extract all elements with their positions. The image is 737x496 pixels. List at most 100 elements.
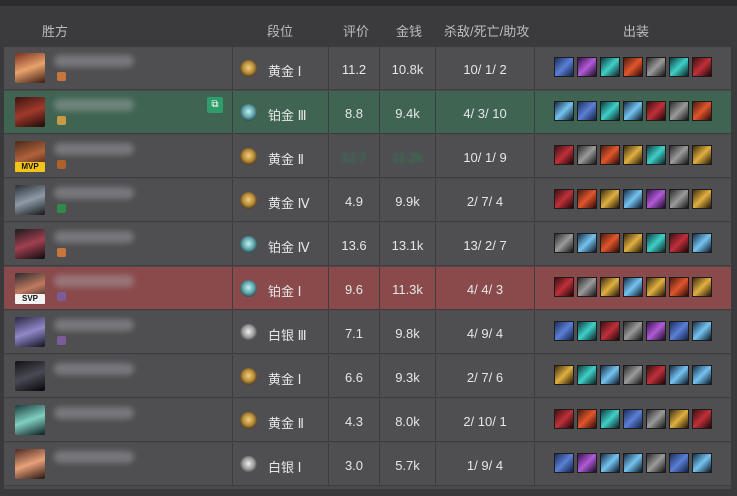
item-icon[interactable] bbox=[669, 365, 689, 385]
kda-value: 10/ 1/ 9 bbox=[463, 150, 507, 165]
item-icon[interactable] bbox=[692, 365, 712, 385]
item-icon[interactable] bbox=[623, 365, 643, 385]
item-icon[interactable] bbox=[669, 101, 689, 121]
player-row[interactable]: 白银 Ⅲ 7.1 9.8k 4/ 9/ 4 bbox=[4, 311, 731, 354]
item-icon[interactable] bbox=[646, 277, 666, 297]
item-icon[interactable] bbox=[554, 409, 574, 429]
champion-avatar[interactable] bbox=[15, 317, 45, 347]
item-icon[interactable] bbox=[577, 321, 597, 341]
item-icon[interactable] bbox=[646, 233, 666, 253]
champion-avatar[interactable] bbox=[15, 229, 45, 259]
item-icon[interactable] bbox=[692, 277, 712, 297]
item-icon[interactable] bbox=[554, 365, 574, 385]
item-icon[interactable] bbox=[646, 409, 666, 429]
item-icon[interactable] bbox=[623, 321, 643, 341]
item-icon[interactable] bbox=[600, 321, 620, 341]
item-icon[interactable] bbox=[577, 189, 597, 209]
item-icon[interactable] bbox=[623, 189, 643, 209]
champion-avatar[interactable] bbox=[15, 185, 45, 215]
player-row[interactable]: 黄金 Ⅰ 11.2 10.8k 10/ 1/ 2 bbox=[4, 47, 731, 90]
item-icon[interactable] bbox=[646, 57, 666, 77]
item-icon[interactable] bbox=[577, 277, 597, 297]
item-icon[interactable] bbox=[623, 101, 643, 121]
item-icon[interactable] bbox=[669, 321, 689, 341]
item-icon[interactable] bbox=[669, 409, 689, 429]
champion-avatar[interactable] bbox=[15, 97, 45, 127]
item-icon[interactable] bbox=[600, 57, 620, 77]
score-value: 4.9 bbox=[344, 194, 364, 209]
item-icon[interactable] bbox=[692, 101, 712, 121]
rank-cell: 黄金 Ⅳ bbox=[233, 179, 329, 221]
item-icon[interactable] bbox=[577, 145, 597, 165]
player-row[interactable]: 铂金 Ⅳ 13.6 13.1k 13/ 2/ 7 bbox=[4, 223, 731, 266]
item-icon[interactable] bbox=[554, 453, 574, 473]
item-icon[interactable] bbox=[577, 453, 597, 473]
item-icon[interactable] bbox=[692, 189, 712, 209]
player-row[interactable]: 黄金 Ⅳ 4.9 9.9k 2/ 7/ 4 bbox=[4, 179, 731, 222]
item-build bbox=[554, 189, 724, 211]
item-icon[interactable] bbox=[600, 277, 620, 297]
item-icon[interactable] bbox=[577, 101, 597, 121]
item-icon[interactable] bbox=[554, 321, 574, 341]
item-icon[interactable] bbox=[600, 145, 620, 165]
item-icon[interactable] bbox=[646, 101, 666, 121]
item-icon[interactable] bbox=[577, 409, 597, 429]
item-icon[interactable] bbox=[600, 409, 620, 429]
champion-avatar[interactable] bbox=[15, 449, 45, 479]
item-icon[interactable] bbox=[600, 453, 620, 473]
item-icon[interactable] bbox=[669, 189, 689, 209]
item-icon[interactable] bbox=[600, 189, 620, 209]
header-rank: 段位 bbox=[267, 24, 294, 39]
champion-avatar[interactable] bbox=[15, 361, 45, 391]
item-icon[interactable] bbox=[554, 233, 574, 253]
player-row[interactable]: 白银 Ⅰ 3.0 5.7k 1/ 9/ 4 bbox=[4, 443, 731, 486]
item-icon[interactable] bbox=[623, 453, 643, 473]
player-row[interactable]: 黄金 Ⅱ 4.3 8.0k 2/ 10/ 1 bbox=[4, 399, 731, 442]
item-icon[interactable] bbox=[669, 145, 689, 165]
item-icon[interactable] bbox=[646, 145, 666, 165]
player-row[interactable]: ⧉ 铂金 Ⅲ 8.8 9.4k 4/ 3/ 10 bbox=[4, 91, 731, 134]
item-icon[interactable] bbox=[646, 453, 666, 473]
champion-avatar[interactable] bbox=[15, 405, 45, 435]
item-icon[interactable] bbox=[623, 57, 643, 77]
item-icon[interactable] bbox=[646, 321, 666, 341]
item-icon[interactable] bbox=[554, 101, 574, 121]
item-icon[interactable] bbox=[692, 233, 712, 253]
champion-avatar[interactable] bbox=[15, 53, 45, 83]
player-row[interactable]: 黄金 Ⅰ 6.6 9.3k 2/ 7/ 6 bbox=[4, 355, 731, 398]
item-icon[interactable] bbox=[554, 277, 574, 297]
item-icon[interactable] bbox=[577, 233, 597, 253]
blurred-player-name bbox=[54, 451, 134, 463]
item-icon[interactable] bbox=[577, 57, 597, 77]
player-cell bbox=[4, 399, 233, 441]
item-icon[interactable] bbox=[554, 189, 574, 209]
item-icon[interactable] bbox=[600, 101, 620, 121]
item-icon[interactable] bbox=[554, 57, 574, 77]
kda-cell: 4/ 3/ 10 bbox=[436, 91, 535, 133]
item-icon[interactable] bbox=[646, 365, 666, 385]
copy-icon[interactable]: ⧉ bbox=[207, 97, 223, 113]
item-icon[interactable] bbox=[692, 453, 712, 473]
item-icon[interactable] bbox=[669, 277, 689, 297]
item-icon[interactable] bbox=[692, 409, 712, 429]
gold-cell: 11.3k bbox=[380, 267, 436, 309]
player-row[interactable]: MVP 黄金 Ⅱ 12.7 11.2k 10/ 1/ 9 bbox=[4, 135, 731, 178]
item-icon[interactable] bbox=[554, 145, 574, 165]
item-icon[interactable] bbox=[692, 145, 712, 165]
item-icon[interactable] bbox=[669, 233, 689, 253]
item-icon[interactable] bbox=[623, 277, 643, 297]
item-icon[interactable] bbox=[600, 365, 620, 385]
item-icon[interactable] bbox=[692, 57, 712, 77]
item-icon[interactable] bbox=[646, 189, 666, 209]
item-icon[interactable] bbox=[623, 145, 643, 165]
kda-cell: 13/ 2/ 7 bbox=[436, 223, 535, 265]
item-icon[interactable] bbox=[577, 365, 597, 385]
item-icon[interactable] bbox=[669, 57, 689, 77]
item-icon[interactable] bbox=[623, 233, 643, 253]
player-row[interactable]: SVP 铂金 Ⅰ 9.6 11.3k 4/ 4/ 3 bbox=[4, 267, 731, 310]
item-icon[interactable] bbox=[692, 321, 712, 341]
item-icon[interactable] bbox=[669, 453, 689, 473]
item-icon[interactable] bbox=[623, 409, 643, 429]
item-build bbox=[554, 233, 724, 255]
item-icon[interactable] bbox=[600, 233, 620, 253]
